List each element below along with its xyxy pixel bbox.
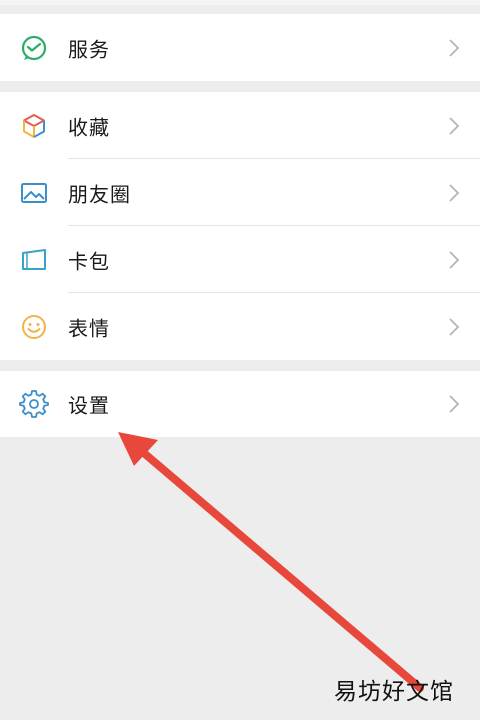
cube-icon xyxy=(19,111,49,141)
smiley-icon xyxy=(19,312,49,342)
menu-item-cards[interactable]: 卡包 xyxy=(0,226,480,293)
menu-label-moments: 朋友圈 xyxy=(68,182,131,206)
services-group: 服务 xyxy=(0,14,480,81)
picture-icon xyxy=(19,178,49,208)
settings-group: 设置 xyxy=(0,371,480,437)
watermark-text: 易坊好文馆 xyxy=(334,679,454,705)
menu-item-settings[interactable]: 设置 xyxy=(0,371,480,437)
chevron-right-icon xyxy=(448,250,460,270)
menu-label-services: 服务 xyxy=(68,37,110,61)
menu-label-settings: 设置 xyxy=(68,393,110,418)
card-icon xyxy=(19,245,49,275)
chevron-right-icon xyxy=(448,394,460,414)
previous-group-edge xyxy=(0,0,480,5)
chevron-right-icon xyxy=(448,317,460,337)
wechat-pay-icon xyxy=(19,33,49,63)
menu-item-moments[interactable]: 朋友圈 xyxy=(0,159,480,226)
gear-icon xyxy=(19,389,49,419)
menu-item-favorites[interactable]: 收藏 xyxy=(0,92,480,159)
menu-item-services[interactable]: 服务 xyxy=(0,14,480,81)
chevron-right-icon xyxy=(448,116,460,136)
main-group: 收藏 朋友圈 卡包 表情 xyxy=(0,92,480,360)
menu-label-favorites: 收藏 xyxy=(68,115,110,139)
menu-label-cards: 卡包 xyxy=(68,249,110,273)
menu-item-stickers[interactable]: 表情 xyxy=(0,293,480,360)
chevron-right-icon xyxy=(448,38,460,58)
menu-label-stickers: 表情 xyxy=(68,316,110,340)
chevron-right-icon xyxy=(448,183,460,203)
